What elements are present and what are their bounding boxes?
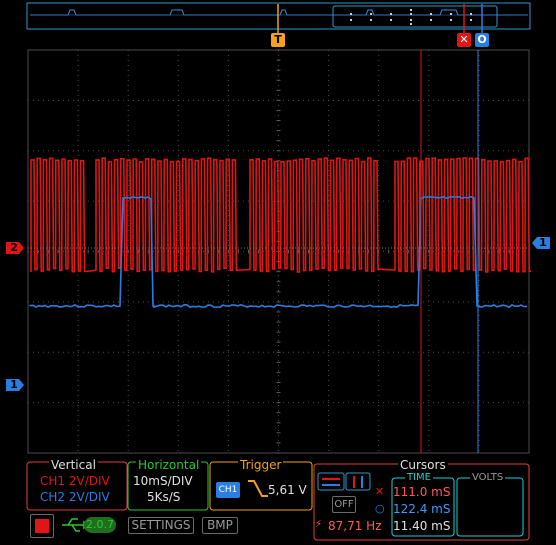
volts-title: VOLTS bbox=[470, 472, 506, 483]
ch1-scale[interactable]: CH1 2V/DIV bbox=[40, 474, 110, 488]
cursor-b-marker[interactable]: O bbox=[475, 33, 489, 47]
time-title: TIME bbox=[405, 472, 434, 483]
trigger-position-marker[interactable]: T bbox=[271, 33, 285, 47]
timebase[interactable]: 10mS/DIV bbox=[133, 474, 193, 488]
cursor-b-time: 122.4 mS bbox=[393, 502, 451, 516]
cursor-mode-icons[interactable] bbox=[317, 472, 371, 491]
version-badge: 2.0.7 bbox=[84, 517, 116, 533]
ch1-marker-label: 1 bbox=[10, 378, 18, 391]
settings-button[interactable]: SETTINGS bbox=[128, 517, 194, 534]
falling-edge-icon bbox=[248, 480, 268, 497]
cursor-a-marker[interactable]: ✕ bbox=[457, 33, 471, 47]
stop-icon bbox=[35, 519, 49, 533]
cursor-delta-time: 11.40 mS bbox=[393, 519, 451, 533]
memory-overview-bar[interactable] bbox=[26, 2, 531, 34]
cursor-frequency: 87,71 Hz bbox=[328, 519, 382, 533]
ch2-trace bbox=[30, 157, 532, 273]
cursor-a-symbol: ✕ bbox=[375, 485, 385, 498]
ch2-marker-label: 2 bbox=[10, 241, 18, 254]
stop-button[interactable] bbox=[30, 514, 54, 538]
cursor-off-button[interactable]: OFF bbox=[332, 496, 356, 513]
trigger-source-button[interactable]: CH1 bbox=[216, 482, 240, 498]
sample-rate[interactable]: 5Ks/S bbox=[147, 490, 180, 504]
trigger-title: Trigger bbox=[238, 458, 284, 472]
horizontal-title: Horizontal bbox=[136, 458, 202, 472]
frequency-icon: ⚡ bbox=[315, 519, 323, 530]
ch2-scale[interactable]: CH2 2V/DIV bbox=[40, 490, 110, 504]
cursor-b-symbol: ○ bbox=[375, 502, 385, 515]
vertical-title: Vertical bbox=[49, 458, 98, 472]
cursors-title: Cursors bbox=[398, 458, 448, 472]
bmp-button[interactable]: BMP bbox=[202, 517, 238, 534]
ch1-level-marker-label: 1 bbox=[539, 236, 547, 249]
trigger-level[interactable]: 5,61 V bbox=[268, 483, 307, 497]
cursor-a-time: 111.0 mS bbox=[393, 485, 451, 499]
